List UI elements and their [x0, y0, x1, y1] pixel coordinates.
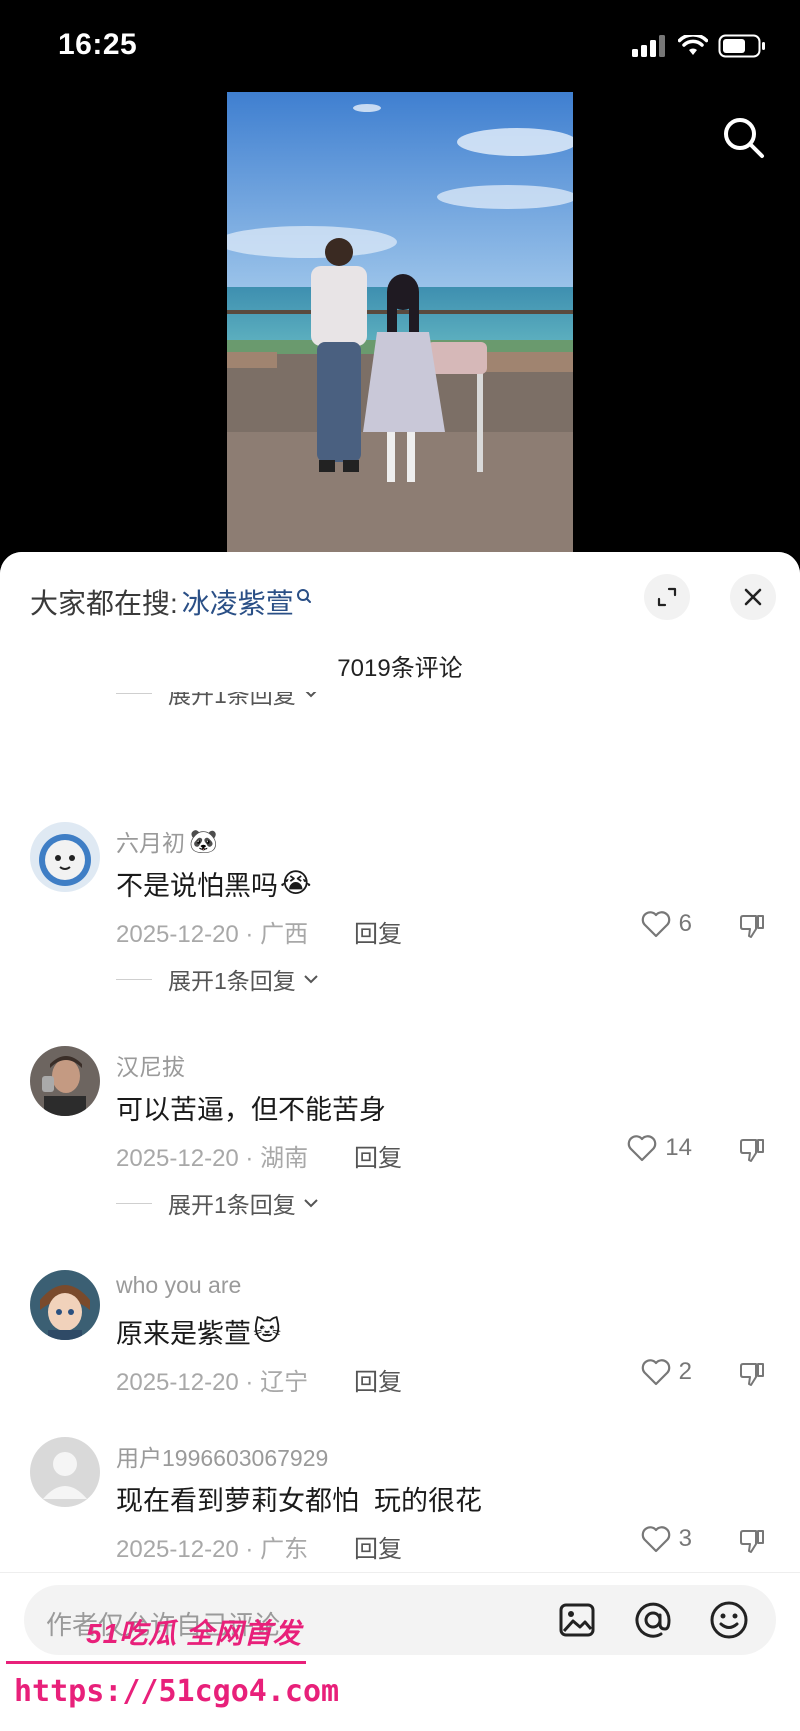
like-count: 14 — [665, 1134, 692, 1161]
heart-icon — [641, 1359, 670, 1386]
comment-body: 不是说怕黑吗 — [116, 871, 278, 901]
emoji-button[interactable] — [708, 1599, 750, 1641]
comment-date-location: 2025-12-20 · 湖南 — [116, 1145, 309, 1172]
like-button[interactable]: 6 — [641, 910, 692, 938]
like-count: 2 — [678, 1358, 692, 1385]
thumbs-down-icon — [740, 1139, 764, 1162]
comment-count-title: 7019条评论 — [337, 655, 463, 682]
heart-icon — [628, 1135, 657, 1162]
author-name: 六月初 — [116, 830, 185, 856]
like-count: 3 — [678, 1525, 692, 1552]
divider — [116, 978, 152, 980]
dislike-button[interactable] — [738, 1527, 766, 1560]
like-button[interactable]: 3 — [641, 1525, 692, 1553]
trending-term-link[interactable]: 冰凌紫萱 — [182, 582, 294, 622]
trending-search[interactable]: 大家都在搜: 冰凌紫萱 — [30, 582, 312, 622]
comment-author[interactable]: who you are — [116, 1272, 241, 1299]
comment-text: 原来是紫萱 🐱 — [116, 1312, 281, 1351]
close-button[interactable] — [730, 574, 776, 620]
comment-item: 六月初 🐼 不是说怕黑吗 😭 2025-12-20 · 广西 回复 6 展开1条… — [0, 822, 800, 994]
chevron-down-icon — [304, 975, 318, 984]
image-icon — [559, 1603, 595, 1637]
avatar[interactable] — [30, 822, 100, 892]
dislike-button[interactable] — [738, 912, 766, 945]
heart-icon — [641, 911, 670, 938]
signal-icon — [632, 35, 665, 57]
like-button[interactable]: 2 — [641, 1358, 692, 1386]
reply-button[interactable]: 回复 — [354, 914, 402, 949]
watermark-underline — [6, 1661, 306, 1664]
expand-replies-button[interactable]: 展开1条回复 — [116, 962, 320, 996]
image-button[interactable] — [556, 1599, 598, 1641]
expand-icon — [657, 587, 677, 607]
comment-author[interactable]: 六月初 🐼 — [116, 824, 218, 858]
chevron-down-icon — [304, 1199, 318, 1208]
at-icon — [635, 1602, 671, 1638]
expand-replies-label: 展开1条回复 — [168, 1192, 296, 1218]
watermark-url: https://51cgo4.com — [14, 1674, 340, 1709]
expand-replies-button[interactable]: 展开1条回复 — [116, 1186, 320, 1220]
comment-date-location: 2025-12-20 · 广东 — [116, 1536, 309, 1563]
comment-text: 现在看到萝莉女都怕 玩的很花 — [116, 1486, 483, 1516]
video-player[interactable] — [0, 92, 800, 552]
comment-text: 不是说怕黑吗 😭 — [116, 864, 312, 903]
comments-sheet: 大家都在搜: 冰凌紫萱 7019条评论 展开1条回复 六月初 🐼 不是说怕黑吗 … — [0, 552, 800, 1731]
small-search-icon — [296, 589, 311, 603]
like-button[interactable]: 14 — [627, 1134, 692, 1162]
watermark-brand: 51吃瓜 全网首发 — [86, 1618, 302, 1649]
expand-sheet-button[interactable] — [644, 574, 690, 620]
status-time: 16:25 — [58, 28, 138, 61]
chevron-down-icon — [305, 692, 317, 698]
dislike-button[interactable] — [738, 1360, 766, 1393]
comment-date-location: 2025-12-20 · 广西 — [116, 921, 309, 948]
video-thumbnail-image — [227, 92, 573, 552]
comment-item: 汉尼拔 可以苦逼，但不能苦身 2025-12-20 · 湖南 回复 14 展开1… — [0, 1046, 800, 1218]
cat-emoji: 🐱 — [253, 1316, 282, 1346]
search-icon — [724, 118, 764, 158]
thumbs-down-icon — [740, 1363, 764, 1386]
divider — [116, 1202, 152, 1204]
expand-replies-label: 展开1条回复 — [168, 968, 296, 994]
reply-button[interactable]: 回复 — [354, 1362, 402, 1397]
comment-body: 原来是紫萱 — [116, 1319, 251, 1349]
comment-author[interactable]: 汉尼拔 — [116, 1048, 185, 1082]
expand-replies-label: 展开1条回复 — [168, 692, 296, 708]
avatar[interactable] — [30, 1437, 100, 1507]
comment-item: who you are 原来是紫萱 🐱 2025-12-20 · 辽宁 回复 2 — [0, 1270, 800, 1440]
like-count: 6 — [678, 910, 692, 937]
crying-emoji: 😭 — [280, 868, 312, 898]
comment-text: 可以苦逼，但不能苦身 — [116, 1095, 386, 1125]
comment-date-location: 2025-12-20 · 辽宁 — [116, 1369, 309, 1396]
mention-button[interactable] — [632, 1599, 674, 1641]
battery-icon — [718, 34, 765, 58]
heart-icon — [641, 1526, 670, 1553]
divider — [116, 692, 152, 694]
comments-header: 大家都在搜: 冰凌紫萱 7019条评论 — [0, 552, 800, 692]
expand-replies-button[interactable]: 展开1条回复 — [116, 692, 320, 710]
video-frame[interactable] — [227, 92, 573, 552]
thumbs-down-icon — [740, 915, 764, 938]
avatar[interactable] — [30, 1270, 100, 1340]
wifi-icon — [678, 35, 708, 55]
avatar[interactable] — [30, 1046, 100, 1116]
comment-item: 用户1996603067929 现在看到萝莉女都怕 玩的很花 2025-12-2… — [0, 1437, 800, 1572]
reply-button[interactable]: 回复 — [354, 1529, 402, 1564]
smiley-icon — [710, 1601, 748, 1639]
reply-button[interactable]: 回复 — [354, 1138, 402, 1173]
comment-author[interactable]: 用户1996603067929 — [116, 1439, 328, 1473]
thumbs-down-icon — [740, 1530, 764, 1553]
dislike-button[interactable] — [738, 1136, 766, 1169]
close-icon — [744, 588, 762, 606]
panda-emoji: 🐼 — [189, 827, 218, 854]
trending-label: 大家都在搜: — [30, 588, 178, 619]
comment-list[interactable]: 展开1条回复 六月初 🐼 不是说怕黑吗 😭 2025-12-20 · 广西 回复… — [0, 692, 800, 1572]
status-bar: 16:25 — [0, 0, 800, 92]
status-icons — [632, 34, 766, 58]
search-button[interactable] — [716, 110, 772, 166]
